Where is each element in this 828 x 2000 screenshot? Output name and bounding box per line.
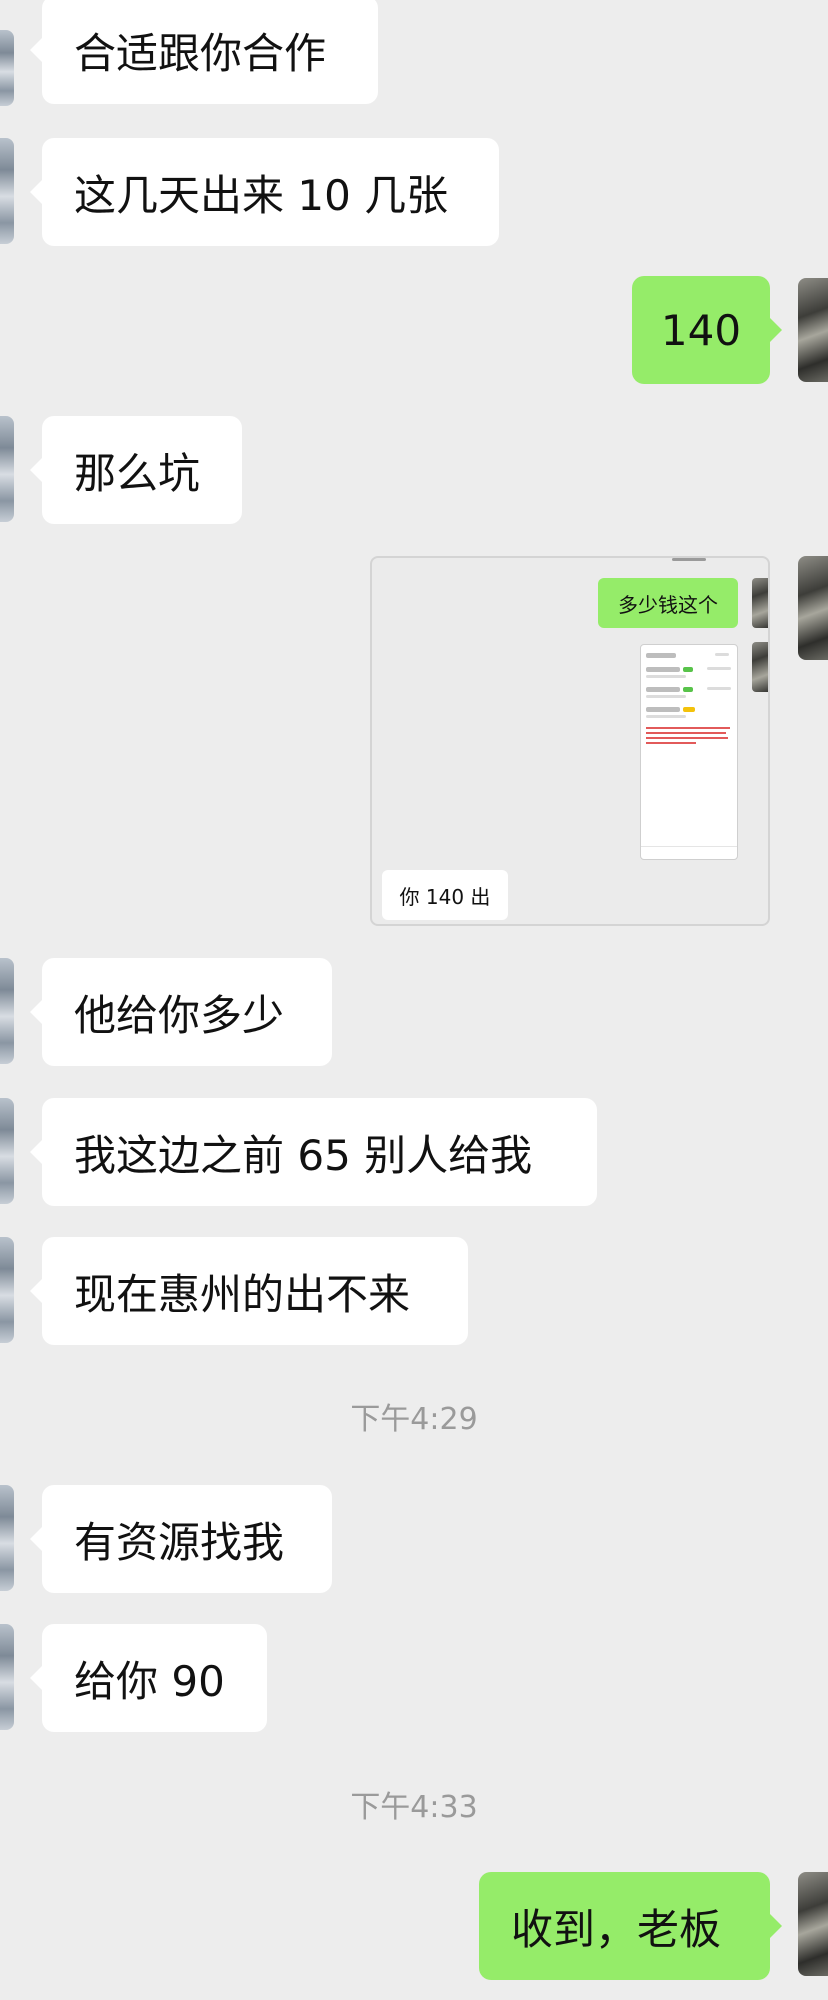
message-text: 给你 90 bbox=[74, 1656, 225, 1706]
contact-avatar[interactable] bbox=[0, 1098, 14, 1204]
mini-avatar bbox=[752, 578, 768, 628]
message-bubble[interactable]: 收到，老板 bbox=[479, 1872, 782, 1980]
message-text: 那么坑 bbox=[74, 448, 201, 498]
drag-handle bbox=[672, 558, 706, 561]
timestamp: 下午4:29 bbox=[350, 1402, 478, 1437]
message-bubble[interactable]: 这几天出来 10 几张 bbox=[30, 138, 499, 246]
mini-avatar bbox=[752, 642, 768, 692]
mini-incoming-bubble: 你 140 出 bbox=[382, 870, 508, 920]
message-text: 有资源找我 bbox=[74, 1517, 285, 1567]
contact-avatar[interactable] bbox=[0, 138, 14, 244]
contact-avatar[interactable] bbox=[0, 30, 14, 106]
contact-avatar[interactable] bbox=[0, 1485, 14, 1591]
message-bubble[interactable]: 有资源找我 bbox=[30, 1485, 332, 1593]
contact-avatar[interactable] bbox=[0, 416, 14, 522]
screenshot-image-message[interactable]: 多少钱这个 你 140 出 bbox=[370, 556, 770, 926]
mini-outgoing-bubble: 多少钱这个 bbox=[598, 578, 738, 628]
my-avatar[interactable] bbox=[798, 556, 828, 660]
message-bubble[interactable]: 合适跟你合作 bbox=[30, 0, 378, 104]
message-text: 收到，老板 bbox=[511, 1904, 722, 1954]
message-bubble[interactable]: 我这边之前 65 别人给我 bbox=[30, 1098, 597, 1206]
contact-avatar[interactable] bbox=[0, 958, 14, 1064]
my-avatar[interactable] bbox=[798, 278, 828, 382]
message-text: 现在惠州的出不来 bbox=[74, 1269, 411, 1319]
timestamp: 下午4:33 bbox=[350, 1790, 478, 1825]
message-bubble[interactable]: 他给你多少 bbox=[30, 958, 332, 1066]
contact-avatar[interactable] bbox=[0, 1624, 14, 1730]
contact-avatar[interactable] bbox=[0, 1237, 14, 1343]
mini-phone-screenshot bbox=[640, 644, 738, 860]
my-avatar[interactable] bbox=[798, 1872, 828, 1976]
message-text: 这几天出来 10 几张 bbox=[74, 170, 449, 220]
message-bubble[interactable]: 给你 90 bbox=[30, 1624, 267, 1732]
message-bubble[interactable]: 现在惠州的出不来 bbox=[30, 1237, 468, 1345]
message-bubble[interactable]: 140 bbox=[632, 276, 782, 384]
message-text: 他给你多少 bbox=[74, 990, 285, 1040]
message-text: 合适跟你合作 bbox=[74, 28, 327, 78]
message-bubble[interactable]: 那么坑 bbox=[30, 416, 242, 524]
message-text: 我这边之前 65 别人给我 bbox=[74, 1130, 533, 1180]
chat-area[interactable]: 合适跟你合作 这几天出来 10 几张 140 那么坑 多少钱这个 你 140 出… bbox=[0, 0, 828, 2000]
message-text: 140 bbox=[660, 305, 742, 355]
